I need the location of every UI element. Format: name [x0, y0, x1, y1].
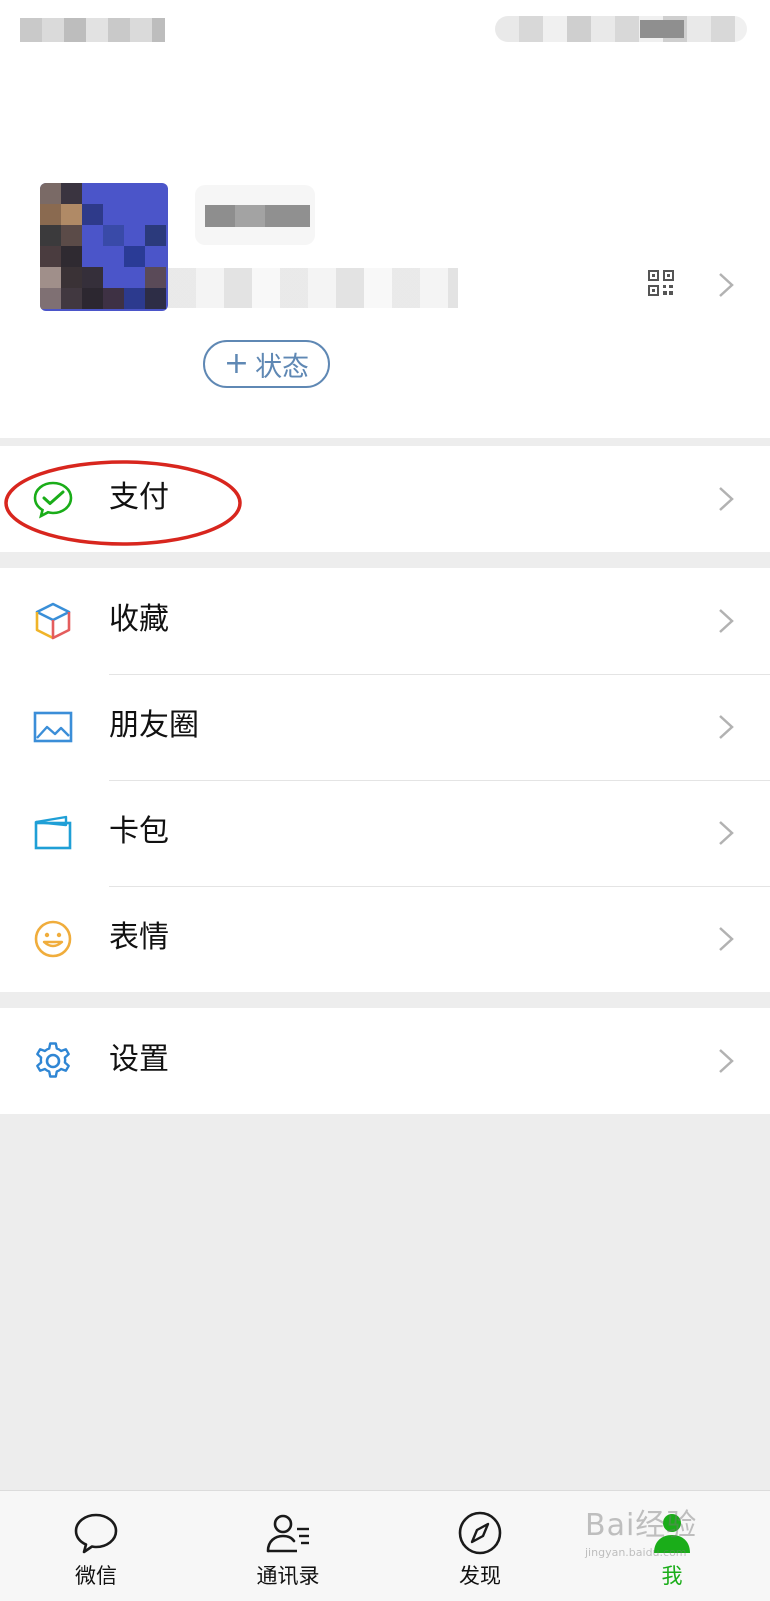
qr-code-icon[interactable]	[648, 270, 674, 296]
tab-label: 发现	[459, 1564, 501, 1588]
menu-item-moments[interactable]: 朋友圈	[0, 674, 770, 780]
chat-bubble-icon	[74, 1513, 118, 1554]
avatar[interactable]	[40, 183, 168, 311]
menu-item-label: 表情	[109, 920, 169, 955]
plus-icon: +	[223, 346, 250, 381]
chevron-right-icon	[719, 715, 734, 739]
wechat-id-blurred	[168, 268, 458, 308]
menu-item-cards[interactable]: 卡包	[0, 780, 770, 886]
smiley-icon	[34, 920, 72, 958]
menu-item-label: 卡包	[109, 814, 169, 849]
baidu-jingyan-watermark: Bai经验 jingyan.baidu.com	[585, 1500, 760, 1560]
tab-chats[interactable]: 微信	[0, 1491, 192, 1601]
add-status-button[interactable]: + 状态	[203, 340, 330, 388]
status-button-label: 状态	[255, 351, 310, 383]
status-bar-left-blurred	[20, 18, 165, 42]
highlight-circle-annotation	[4, 460, 242, 546]
menu-item-label: 设置	[109, 1042, 169, 1077]
chevron-right-icon	[719, 609, 734, 633]
compass-icon	[458, 1511, 502, 1555]
watermark-url: jingyan.baidu.com	[585, 1546, 687, 1559]
nickname-blurred	[205, 205, 310, 227]
chevron-right-icon	[719, 1049, 734, 1073]
gear-icon	[36, 1042, 70, 1078]
menu-item-stickers[interactable]: 表情	[0, 886, 770, 992]
tab-discover[interactable]: 发现	[384, 1491, 576, 1601]
menu-item-favorites[interactable]: 收藏	[0, 568, 770, 674]
card-wallet-icon	[34, 815, 72, 850]
tab-label: 我	[661, 1564, 683, 1588]
menu-item-label: 朋友圈	[109, 708, 199, 743]
chevron-right-icon	[719, 273, 734, 297]
watermark-brand: Bai经验	[585, 1508, 698, 1543]
contacts-icon	[266, 1514, 309, 1553]
chevron-right-icon	[719, 821, 734, 845]
tab-label: 通讯录	[256, 1564, 320, 1588]
menu-item-label: 收藏	[109, 602, 169, 637]
cube-icon	[35, 602, 71, 640]
profile-header[interactable]: + 状态	[0, 0, 770, 438]
tab-contacts[interactable]: 通讯录	[192, 1491, 384, 1601]
status-bar-right-blurred	[495, 16, 747, 42]
menu-item-settings[interactable]: 设置	[0, 1008, 770, 1114]
chevron-right-icon	[719, 487, 734, 511]
photo-icon	[33, 711, 73, 743]
chevron-right-icon	[719, 927, 734, 951]
tab-label: 微信	[75, 1564, 117, 1588]
features-section: 收藏 朋友圈 卡包 表情	[0, 568, 770, 992]
settings-section: 设置	[0, 1008, 770, 1114]
